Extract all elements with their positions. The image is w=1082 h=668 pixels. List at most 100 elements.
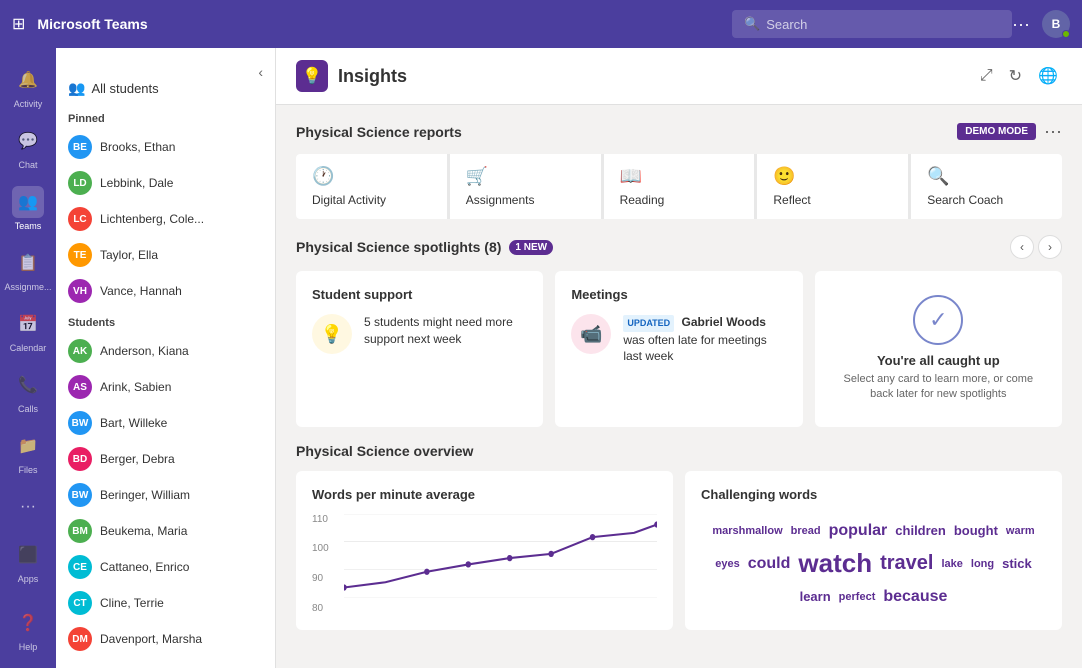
student-bm[interactable]: BM Beukema, Maria	[56, 513, 275, 549]
meetings-icon-circle: 📹	[571, 314, 611, 354]
globe-button[interactable]: 🌐	[1034, 62, 1062, 90]
student-avatar-ak: AK	[68, 339, 92, 363]
spotlight-student-support[interactable]: Student support 💡 5 students might need …	[296, 271, 543, 427]
student-as[interactable]: AS Arink, Sabien	[56, 369, 275, 405]
student-ak[interactable]: AK Anderson, Kiana	[56, 333, 275, 369]
tab-assignments-label: Assignments	[466, 193, 535, 207]
tab-assignments[interactable]: 🛒 Assignments	[450, 154, 602, 219]
spotlights-header: Physical Science spotlights (8) 1 NEW ‹ …	[296, 235, 1062, 259]
word-learn[interactable]: learn	[800, 589, 831, 604]
word-eyes[interactable]: eyes	[715, 558, 739, 570]
nav-item-files[interactable]: 📁 Files	[0, 422, 56, 483]
more-icon: ···	[12, 491, 44, 523]
nav-label-chat: Chat	[18, 160, 37, 170]
chart-line	[344, 524, 657, 587]
student-name-ce: Cattaneo, Enrico	[100, 560, 189, 574]
tab-reflect[interactable]: 🙂 Reflect	[757, 154, 909, 219]
pinned-student-ld[interactable]: LD Lebbink, Dale	[56, 165, 275, 201]
y-label-80: 80	[312, 603, 340, 614]
student-avatar-be: BE	[68, 135, 92, 159]
overview-section: Physical Science overview Words per minu…	[276, 427, 1082, 646]
chart-point-3	[466, 561, 472, 567]
student-bd[interactable]: BD Berger, Debra	[56, 441, 275, 477]
nav-item-chat[interactable]: 💬 Chat	[0, 117, 56, 178]
search-input[interactable]	[766, 17, 1000, 32]
help-icon: ❓	[12, 607, 44, 639]
nav-label-calendar: Calendar	[10, 343, 47, 353]
nav-label-apps: Apps	[18, 574, 39, 584]
student-name-dm: Davenport, Marsha	[100, 632, 202, 646]
student-name-bd: Berger, Debra	[100, 452, 175, 466]
spotlight-caught-up: ✓ You're all caught up Select any card t…	[815, 271, 1062, 427]
tab-reflect-label: Reflect	[773, 193, 810, 207]
tab-search-coach[interactable]: 🔍 Search Coach	[911, 154, 1062, 219]
nav-item-activity[interactable]: 🔔 Activity	[0, 56, 56, 117]
word-warm[interactable]: warm	[1006, 525, 1035, 537]
student-name-lc: Lichtenberg, Cole...	[100, 212, 204, 226]
student-name-ak: Anderson, Kiana	[100, 344, 189, 358]
spotlight-support-title: Student support	[312, 287, 527, 302]
nav-item-apps[interactable]: ⬛ Apps	[0, 531, 56, 592]
tab-reading[interactable]: 📖 Reading	[604, 154, 756, 219]
reports-section: Physical Science reports DEMO MODE ··· 🕐…	[276, 105, 1082, 219]
activity-icon: 🔔	[12, 64, 44, 96]
nav-item-calls[interactable]: 📞 Calls	[0, 361, 56, 422]
reflect-icon: 🙂	[773, 166, 795, 187]
student-name-be: Brooks, Ethan	[100, 140, 175, 154]
search-coach-icon: 🔍	[927, 166, 949, 187]
word-lake[interactable]: lake	[941, 558, 962, 570]
word-perfect[interactable]: perfect	[839, 591, 876, 603]
reports-more-button[interactable]: ···	[1044, 121, 1062, 142]
nav-item-help[interactable]: ❓ Help	[0, 599, 56, 660]
expand-button[interactable]: ⤢	[976, 62, 997, 90]
spotlights-title: Physical Science spotlights (8)	[296, 239, 501, 255]
student-bw2[interactable]: BW Beringer, William	[56, 477, 275, 513]
word-bought[interactable]: bought	[954, 523, 998, 538]
student-avatar-ct: CT	[68, 591, 92, 615]
spotlight-prev-button[interactable]: ‹	[1010, 235, 1034, 259]
tab-digital-activity-label: Digital Activity	[312, 193, 386, 207]
pinned-student-vh[interactable]: VH Vance, Hannah	[56, 273, 275, 309]
spotlight-next-button[interactable]: ›	[1038, 235, 1062, 259]
word-could[interactable]: could	[748, 555, 791, 573]
word-long[interactable]: long	[971, 558, 994, 570]
word-children[interactable]: children	[895, 523, 946, 538]
y-label-100: 100	[312, 543, 340, 554]
insights-actions: ⤢ ↻ 🌐	[976, 62, 1062, 90]
student-dm[interactable]: DM Davenport, Marsha	[56, 621, 275, 657]
avatar[interactable]: B	[1042, 10, 1070, 38]
chart-svg	[344, 514, 657, 598]
pinned-student-lc[interactable]: LC Lichtenberg, Cole...	[56, 201, 275, 237]
apps-icon: ⬛	[12, 539, 44, 571]
word-marshmallow[interactable]: marshmallow	[712, 525, 782, 537]
student-ct[interactable]: CT Cline, Terrie	[56, 585, 275, 621]
spotlight-meetings[interactable]: Meetings 📹 UPDATED Gabriel Woods was oft…	[555, 271, 802, 427]
word-travel[interactable]: travel	[880, 552, 933, 575]
nav-item-teams[interactable]: 👥 Teams	[0, 178, 56, 239]
updated-badge: UPDATED	[623, 315, 674, 332]
tab-digital-activity[interactable]: 🕐 Digital Activity	[296, 154, 448, 219]
nav-item-more[interactable]: ···	[0, 483, 56, 531]
nav-item-assignments[interactable]: 📋 Assignme...	[0, 239, 56, 300]
more-options-button[interactable]: ···	[1012, 14, 1030, 35]
nav-item-calendar[interactable]: 📅 Calendar	[0, 300, 56, 361]
word-popular[interactable]: popular	[829, 522, 888, 540]
pinned-student-be[interactable]: BE Brooks, Ethan	[56, 129, 275, 165]
teams-icon: 👥	[12, 186, 44, 218]
word-watch[interactable]: watch	[798, 548, 872, 579]
chart-point-4	[507, 555, 513, 561]
all-students-item[interactable]: 👥 All students	[56, 72, 258, 105]
word-stick[interactable]: stick	[1002, 556, 1032, 571]
refresh-button[interactable]: ↻	[1005, 62, 1026, 90]
student-bw[interactable]: BW Bart, Willeke	[56, 405, 275, 441]
collapse-button[interactable]: ‹	[258, 64, 263, 80]
chart-inner	[344, 514, 657, 598]
pinned-student-te[interactable]: TE Taylor, Ella	[56, 237, 275, 273]
caught-up-content: ✓ You're all caught up Select any card t…	[831, 287, 1046, 411]
chart-y-labels: 110 100 90 80	[312, 514, 340, 614]
student-ce[interactable]: CE Cattaneo, Enrico	[56, 549, 275, 585]
word-because[interactable]: because	[883, 588, 947, 606]
search-bar[interactable]: 🔍	[732, 10, 1012, 38]
word-bread[interactable]: bread	[791, 525, 821, 537]
grid-icon[interactable]: ⊞	[12, 14, 25, 34]
